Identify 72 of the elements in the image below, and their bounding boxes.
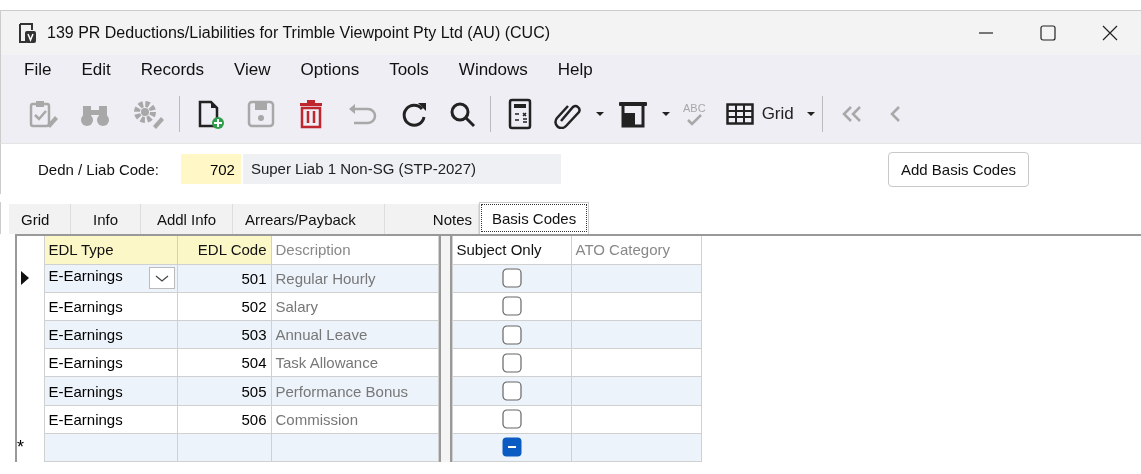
table-cell: Commission — [271, 405, 438, 434]
checkbox[interactable] — [501, 437, 522, 458]
column-header: EDL Code — [177, 236, 271, 265]
toolbar-button[interactable] — [196, 98, 226, 130]
maximize-icon — [1040, 25, 1056, 41]
app-logo-icon — [17, 22, 37, 44]
checkbox[interactable] — [501, 296, 522, 317]
chevron-down-icon — [154, 274, 169, 283]
tray-icon — [617, 99, 649, 129]
checkbox[interactable] — [501, 324, 522, 345]
menu-item[interactable]: View — [234, 60, 271, 80]
table-cell: E-Earnings — [44, 376, 177, 406]
column-header: Subject Only — [452, 236, 571, 265]
column-header: ATO Category — [571, 236, 701, 265]
table-cell: E-Earnings — [44, 405, 177, 434]
add-basis-codes-button[interactable]: Add Basis Codes — [887, 151, 1029, 187]
table-cell: 506 — [177, 405, 271, 434]
code-field[interactable]: 702 — [180, 154, 241, 184]
tab[interactable]: Addl Info — [141, 204, 233, 234]
table-cell: E-Earnings — [44, 292, 177, 321]
checkbox[interactable] — [501, 352, 522, 373]
checkbox[interactable] — [501, 409, 522, 430]
table-cell: 501 — [177, 264, 271, 293]
tab[interactable]: Basis Codes — [479, 202, 590, 234]
menu-item[interactable]: Edit — [81, 60, 111, 80]
new-row-marker: * — [17, 436, 24, 457]
tab[interactable]: Notes — [385, 204, 479, 234]
toolbar-button[interactable] — [448, 100, 476, 128]
column-header: EDL Type — [44, 236, 177, 265]
checkbox[interactable] — [501, 268, 522, 289]
checkbox[interactable] — [501, 381, 522, 402]
new-document-icon — [196, 98, 226, 130]
menu-item[interactable]: Options — [300, 60, 360, 80]
dropdown-caret-button[interactable] — [805, 111, 816, 117]
grid-view-button[interactable]: Grid — [725, 102, 794, 126]
menu-item[interactable]: Tools — [389, 60, 429, 80]
save-icon — [246, 99, 276, 129]
tab[interactable]: Arrears/Payback — [233, 204, 385, 234]
close-icon — [1102, 25, 1118, 41]
table-cell: 503 — [177, 320, 271, 349]
table-cell: Task Allowance — [271, 348, 438, 377]
toolbar-button[interactable] — [617, 99, 649, 129]
table-cell: 502 — [177, 292, 271, 321]
check-icon — [685, 113, 703, 126]
dropdown-caret-button[interactable] — [661, 111, 671, 117]
table-cell: Performance Bonus — [271, 376, 438, 406]
toolbar-button[interactable] — [507, 98, 533, 130]
menu-item[interactable]: File — [24, 60, 52, 80]
menu-item[interactable]: Help — [557, 60, 593, 80]
table-cell: Annual Leave — [271, 320, 438, 349]
column-header: Description — [271, 236, 438, 265]
menu-item[interactable]: Windows — [458, 60, 528, 80]
description-field: Super Liab 1 Non-SG (STP-2027) — [242, 154, 561, 184]
dropdown-button[interactable] — [148, 267, 175, 290]
table-cell: E-Earnings — [44, 348, 177, 377]
clipboard-check-icon — [27, 99, 59, 129]
table-cell: Salary — [271, 292, 438, 321]
gear-icon — [131, 98, 165, 130]
calculator-icon — [507, 98, 533, 130]
table-cell: E-Earnings — [48, 267, 123, 285]
dropdown-caret-button[interactable] — [595, 111, 605, 117]
table-icon — [725, 102, 754, 126]
window-title: 139 PR Deductions/Liabilities for Trimble Viewpoint Pty Ltd (AU) (CUC) — [47, 24, 551, 42]
search-icon — [448, 100, 476, 128]
menu-item[interactable]: Records — [140, 60, 204, 80]
table-cell: 505 — [177, 376, 271, 406]
table-cell: Regular Hourly — [271, 264, 438, 293]
table-cell: 504 — [177, 348, 271, 377]
table-cell: E-Earnings — [44, 320, 177, 349]
tab[interactable]: Info — [71, 204, 141, 234]
field-label: Dedn / Liab Code: — [38, 160, 159, 178]
tab[interactable]: Grid — [9, 204, 71, 234]
